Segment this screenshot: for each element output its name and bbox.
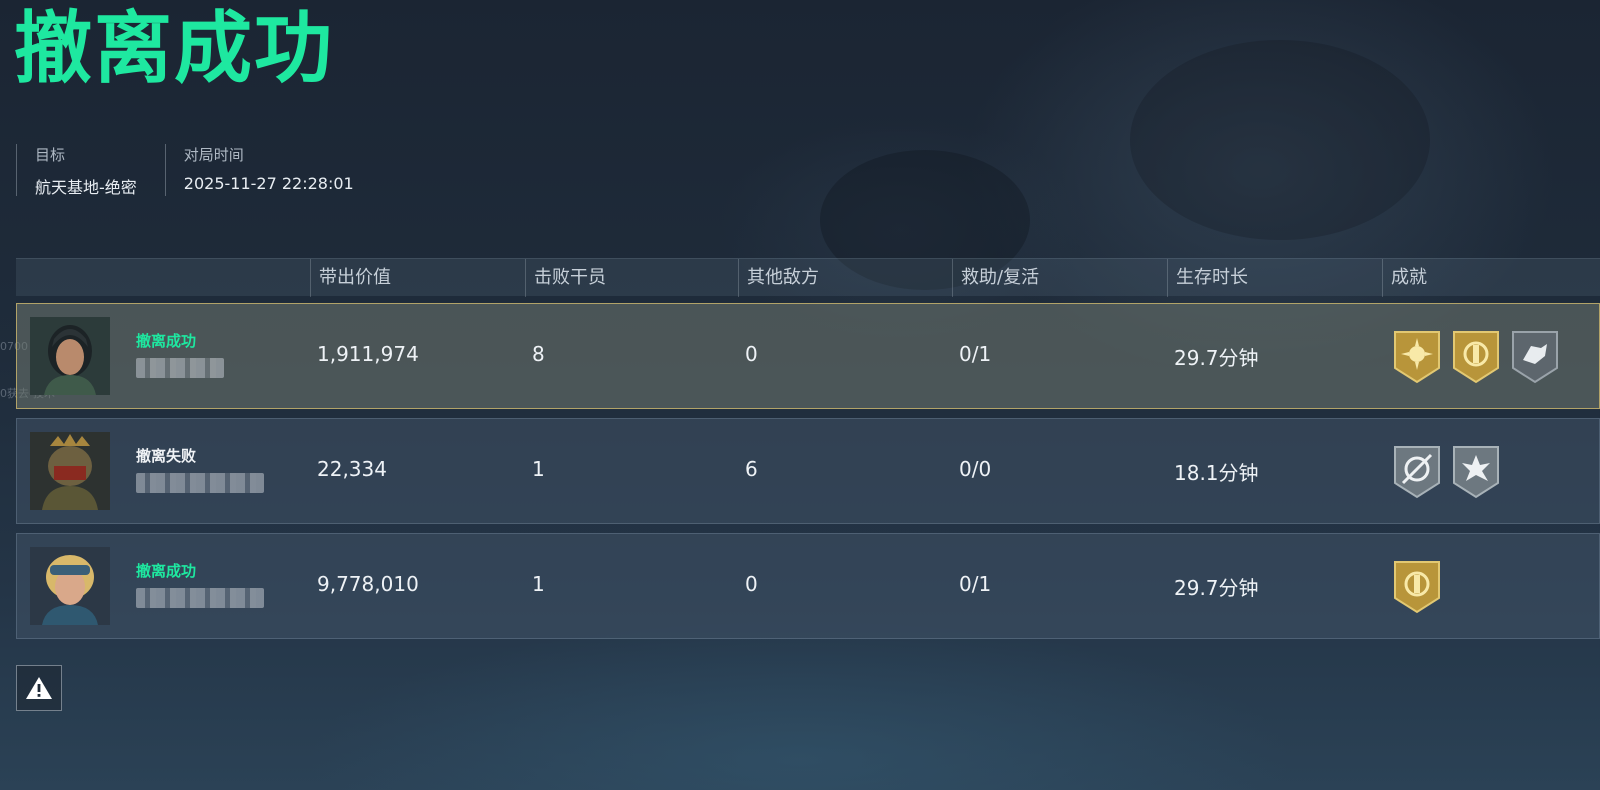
squad-stats-table: 带出价值 击败干员 其他敌方 救助/复活 生存时长 成就 撤离成功 1,911,…: [16, 258, 1600, 639]
gray-crosshair-badge-icon[interactable]: [1393, 445, 1441, 499]
column-header-kills: 击败干员: [525, 259, 606, 297]
target-info: 目标 航天基地-绝密: [16, 144, 137, 197]
match-time-info: 对局时间 2025-11-27 22:28:01: [164, 144, 354, 196]
report-button[interactable]: [16, 665, 62, 711]
achievements: [1393, 560, 1441, 614]
other-enemies-count: 0: [745, 342, 758, 366]
gold-emblem-badge-icon[interactable]: [1452, 330, 1500, 384]
warning-triangle-icon: [26, 677, 52, 699]
assist-revive: 0/1: [959, 342, 992, 366]
column-header-survival: 生存时长: [1167, 259, 1248, 297]
target-value: 航天基地-绝密: [35, 178, 137, 197]
column-header-assist: 救助/复活: [952, 259, 1039, 297]
operator-avatar[interactable]: [30, 432, 110, 510]
extracted-value: 9,778,010: [317, 572, 419, 596]
blurred-player-name: [136, 473, 264, 493]
table-row[interactable]: 撤离失败 22,334 1 6 0/0 18.1分钟: [16, 418, 1600, 524]
extracted-value: 1,911,974: [317, 342, 419, 366]
match-result-screen: 撤离成功 0700 0获去-技术 目标 航天基地-绝密 对局时间 2025-11…: [0, 0, 1600, 790]
extracted-value: 22,334: [317, 457, 387, 481]
background-silhouette: [1130, 40, 1430, 240]
kills-count: 8: [532, 342, 545, 366]
other-enemies-count: 0: [745, 572, 758, 596]
achievements: [1393, 330, 1559, 384]
other-enemies-count: 6: [745, 457, 758, 481]
blurred-player-name: [136, 358, 224, 378]
extraction-status: 撤离成功: [136, 562, 197, 580]
match-meta: 目标 航天基地-绝密 对局时间 2025-11-27 22:28:01: [16, 144, 382, 197]
kills-count: 1: [532, 457, 545, 481]
assist-revive: 0/0: [959, 457, 992, 481]
achievements: [1393, 445, 1500, 499]
table-header: 带出价值 击败干员 其他敌方 救助/复活 生存时长 成就: [16, 258, 1600, 297]
column-header-value: 带出价值: [310, 259, 391, 297]
survival-time: 29.7分钟: [1174, 346, 1259, 370]
survival-time: 29.7分钟: [1174, 576, 1259, 600]
result-title: 撤离成功: [14, 4, 335, 94]
blurred-player-name: [136, 588, 264, 608]
kills-count: 1: [532, 572, 545, 596]
column-header-other-enemies: 其他敌方: [738, 259, 819, 297]
match-time-label: 对局时间: [183, 146, 244, 164]
gold-sun-badge-icon[interactable]: [1393, 330, 1441, 384]
extraction-status: 撤离成功: [136, 332, 197, 350]
gold-emblem-badge-icon[interactable]: [1393, 560, 1441, 614]
target-label: 目标: [35, 146, 66, 164]
gray-burst-badge-icon[interactable]: [1452, 445, 1500, 499]
match-time-value: 2025-11-27 22:28:01: [183, 174, 354, 193]
operator-avatar[interactable]: [30, 547, 110, 625]
gray-beast-badge-icon[interactable]: [1511, 330, 1559, 384]
assist-revive: 0/1: [959, 572, 992, 596]
table-row[interactable]: 撤离成功 1,911,974 8 0 0/1 29.7分钟: [16, 303, 1600, 409]
operator-avatar[interactable]: [30, 317, 110, 395]
column-header-achievements: 成就: [1382, 259, 1427, 297]
extraction-status: 撤离失败: [136, 447, 197, 465]
survival-time: 18.1分钟: [1174, 461, 1259, 485]
table-row[interactable]: 撤离成功 9,778,010 1 0 0/1 29.7分钟: [16, 533, 1600, 639]
